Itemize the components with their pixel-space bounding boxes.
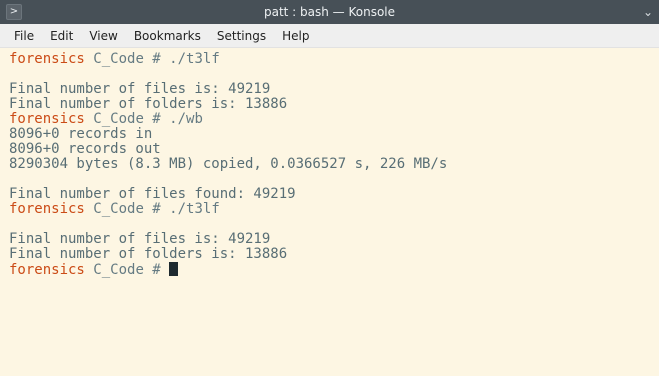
output-line: 8290304 bytes (8.3 MB) copied, 0.0366527… (9, 156, 448, 172)
menu-help[interactable]: Help (274, 24, 317, 48)
prompt-line: forensics C_Code # ./t3lf (9, 202, 659, 217)
menu-edit[interactable]: Edit (42, 24, 81, 48)
output-line: 8096+0 records out (9, 141, 161, 157)
output-line: Final number of folders is: 13886 (9, 246, 288, 262)
text-cursor[interactable] (169, 262, 179, 276)
menu-bookmarks[interactable]: Bookmarks (126, 24, 209, 48)
prompt-path: C_Code # (93, 201, 161, 217)
prompt-line: forensics C_Code # ./t3lf (9, 52, 659, 67)
output-line: Final number of files found: 49219 (9, 186, 296, 202)
prompt-host: forensics (9, 262, 85, 278)
window-title: patt : bash — Konsole (263, 5, 396, 19)
command-text: ./t3lf (169, 201, 220, 217)
command-text: ./t3lf (169, 51, 220, 67)
chevron-down-icon[interactable]: ⌄ (643, 0, 653, 24)
prompt-path: C_Code # (93, 51, 161, 67)
prompt-line: forensics C_Code # (9, 262, 659, 278)
output-line: Final number of files is: 49219 (9, 81, 271, 97)
output-line: 8096+0 records in (9, 126, 153, 142)
menu-view[interactable]: View (81, 24, 125, 48)
output-line: Final number of files is: 49219 (9, 231, 271, 247)
konsole-window: > patt : bash — Konsole ⌄ File Edit View… (0, 0, 659, 376)
prompt-host: forensics (9, 111, 85, 127)
prompt-path: C_Code # (93, 262, 161, 278)
menu-settings[interactable]: Settings (209, 24, 274, 48)
command-text: ./wb (169, 111, 203, 127)
menu-bar: File Edit View Bookmarks Settings Help (0, 24, 659, 48)
prompt-host: forensics (9, 201, 85, 217)
menu-file[interactable]: File (6, 24, 42, 48)
output-line: Final number of folders is: 13886 (9, 96, 288, 112)
terminal-output[interactable]: forensics C_Code # ./t3lf Final number of… (0, 48, 659, 372)
prompt-host: forensics (9, 51, 85, 67)
prompt-line: forensics C_Code # ./wb (9, 112, 659, 127)
title-bar[interactable]: > patt : bash — Konsole ⌄ (0, 0, 659, 24)
prompt-path: C_Code # (93, 111, 161, 127)
